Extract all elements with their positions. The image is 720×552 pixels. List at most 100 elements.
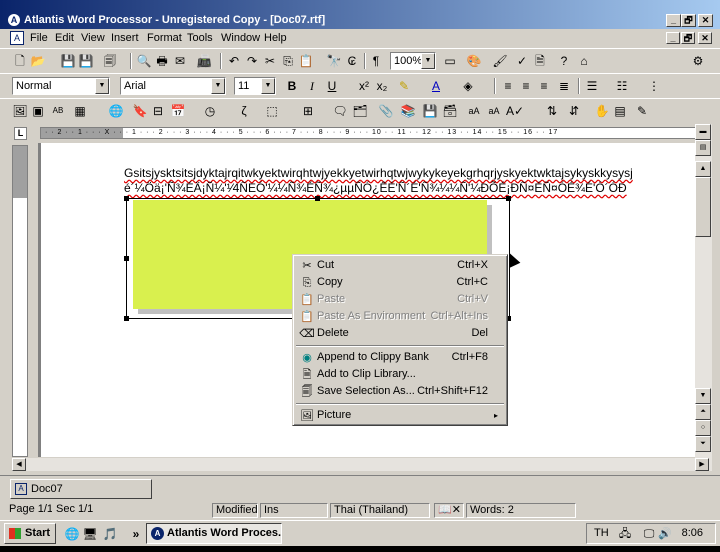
menu-tools[interactable]: Tools [187,31,213,45]
doc-close-button[interactable]: ✕ [698,32,712,44]
status-language[interactable]: Thai (Thailand) [330,503,430,518]
styles-icon[interactable]: 🎨 [466,53,482,69]
resize-handle[interactable] [124,196,129,201]
menu-insert[interactable]: Insert [111,31,139,45]
resize-handle[interactable] [315,196,320,201]
doc-minimize-button[interactable]: _ [666,32,680,44]
cut-icon[interactable]: ✂ [262,53,278,69]
start-button[interactable]: Start [4,523,56,544]
browse-object-icon[interactable]: ○ [695,420,711,436]
tab-doc07[interactable]: A Doc07 [10,479,152,499]
menu-item-add-to-clip-library[interactable]: 🗎 Add to Clip Library... [296,366,504,383]
chevron-down-icon[interactable]: ▼ [261,78,275,94]
copy-icon[interactable]: ⎘ [280,53,296,69]
email-icon[interactable]: ✉ [172,53,188,69]
scroll-up-icon[interactable]: ▲ [695,161,711,177]
templates-icon[interactable]: 🗐 [102,53,118,69]
image-icon[interactable]: 🖼 [12,103,28,119]
title-bar[interactable]: A Atlantis Word Processor - Unregistered… [0,0,720,29]
next-page-icon[interactable]: ⏷ [695,436,711,452]
outline-icon[interactable]: ⋮ [646,78,662,94]
hyperlink-icon[interactable]: 🌐 [108,103,124,119]
zoom-select[interactable]: 100% ▼ [390,52,436,70]
status-insert-mode[interactable]: Ins [260,503,328,518]
menu-item-delete[interactable]: ⌫ Delete Del [296,325,504,342]
resize-handle[interactable] [124,316,129,321]
format-painter-icon[interactable]: 🖌 [492,53,508,69]
replace-icon[interactable]: ₢ [344,53,360,69]
text-box-icon[interactable]: ▣ [30,103,46,119]
scroll-down-icon[interactable]: ▼ [695,388,711,404]
save-all-icon[interactable]: 💾 [78,53,94,69]
print-icon[interactable]: 🖶 [154,53,170,69]
bold-icon[interactable]: B [284,78,300,94]
italic-icon[interactable]: I [304,78,320,94]
numbering-icon[interactable]: ☷ [614,78,630,94]
desktop-icon[interactable]: 🖥 [82,526,98,542]
menu-view[interactable]: View [81,31,105,45]
clock-icon[interactable]: ◷ [202,103,218,119]
footnote-icon[interactable]: ⊞ [300,103,316,119]
wordart-icon[interactable]: AB [50,103,66,119]
font-select[interactable]: Arial ▼ [120,77,226,95]
autocorrect-icon[interactable]: A✓ [506,103,524,119]
menu-item-append-to-clippy-bank[interactable]: ◉ Append to Clippy Bank Ctrl+F8 [296,349,504,366]
bookmark-icon[interactable]: 🔖 [132,103,148,119]
spell-check-icon[interactable]: ✓ [514,53,530,69]
macro-icon[interactable]: ✎ [634,103,650,119]
align-right-icon[interactable]: ≡ [536,78,552,94]
symbol-icon[interactable]: ζ [236,103,252,119]
network-icon[interactable]: 🖧 [617,526,633,542]
justify-icon[interactable]: ≣ [556,78,572,94]
vertical-scrollbar[interactable]: ▬ ▤ ▲ ▼ ⏶ ○ ⏷ [695,124,712,458]
maximize-button[interactable]: 🗗 [681,14,696,27]
horizontal-scrollbar[interactable]: ◀ ▶ [12,458,712,471]
menu-item-copy[interactable]: ⎘ Copy Ctrl+C [296,274,504,291]
scroll-thumb[interactable] [695,177,711,237]
menu-item-cut[interactable]: ✂ Cut Ctrl+X [296,257,504,274]
menu-file[interactable]: File [30,31,48,45]
superscript-icon[interactable]: x² [356,78,372,94]
calculator-icon[interactable]: ▤ [612,103,628,119]
clip-manager-icon[interactable]: 🗃 [442,103,458,119]
sort-descending-icon[interactable]: ⇵ [566,103,582,119]
table-icon[interactable]: ▦ [72,103,88,119]
page-break-icon[interactable]: ⊟ [150,103,166,119]
thesaurus-icon[interactable]: 🗎 [532,53,548,69]
menu-item-picture[interactable]: 🖼 Picture ▸ [296,407,504,424]
menu-format[interactable]: Format [147,31,182,45]
font-size-select[interactable]: 11 ▼ [234,77,276,95]
minimize-button[interactable]: _ [666,14,681,27]
clip-library-icon[interactable]: 📚 [400,103,416,119]
chevron-down-icon[interactable]: ▼ [95,78,109,94]
change-case-icon[interactable]: aA [466,103,482,119]
hand-tool-icon[interactable]: ✋ [594,103,610,119]
find-icon[interactable]: 🔭 [326,53,342,69]
style-select[interactable]: Normal ▼ [12,77,110,95]
paste-icon[interactable]: 📋 [298,53,314,69]
help-icon[interactable]: ? [556,53,572,69]
resize-handle[interactable] [124,256,129,261]
taskbar-item-atlantis[interactable]: A Atlantis Word Proces... [146,523,282,544]
menu-help[interactable]: Help [264,31,287,45]
ruler-toggle-icon[interactable]: ▬ [695,124,711,140]
horizontal-ruler[interactable]: · · 2 · · 1 · · · X · · · 1 · · · 2 · · … [40,127,696,139]
document-text-line[interactable]: é´¼Öä¡'Ñ¾ÉÄ¡Ñ¼'¹⁄4ÑEÓ'¼¼Ñ¾ÉÑ¾¿µµÑÓ¿ÊÉ'Ñ´… [124,181,627,195]
view-mode-icon[interactable]: ▤ [695,140,711,156]
new-document-icon[interactable]: 🗋 [12,53,28,69]
resize-handle[interactable] [506,196,511,201]
field-icon[interactable]: ⬚ [264,103,280,119]
menu-edit[interactable]: Edit [55,31,74,45]
close-button[interactable]: ✕ [698,14,713,27]
document-text-line[interactable]: Gsitsjysktsitsjdyktajrqitwkyektwirqhtwjy… [124,166,633,180]
tab-selector[interactable]: L [14,127,27,140]
menu-item-save-selection-as[interactable]: 🗐 Save Selection As... Ctrl+Shift+F12 [296,383,504,400]
options-icon[interactable]: ⚙ [690,53,706,69]
scroll-right-icon[interactable]: ▶ [695,458,709,471]
chevron-down-icon[interactable]: ▼ [211,78,225,94]
print-preview-icon[interactable]: 🔍 [136,53,152,69]
font-color-icon[interactable]: A [428,78,444,94]
doc-restore-button[interactable]: 🗗 [681,32,695,44]
document-icon[interactable]: A [10,31,24,45]
document-map-icon[interactable]: 🗂 [352,103,368,119]
